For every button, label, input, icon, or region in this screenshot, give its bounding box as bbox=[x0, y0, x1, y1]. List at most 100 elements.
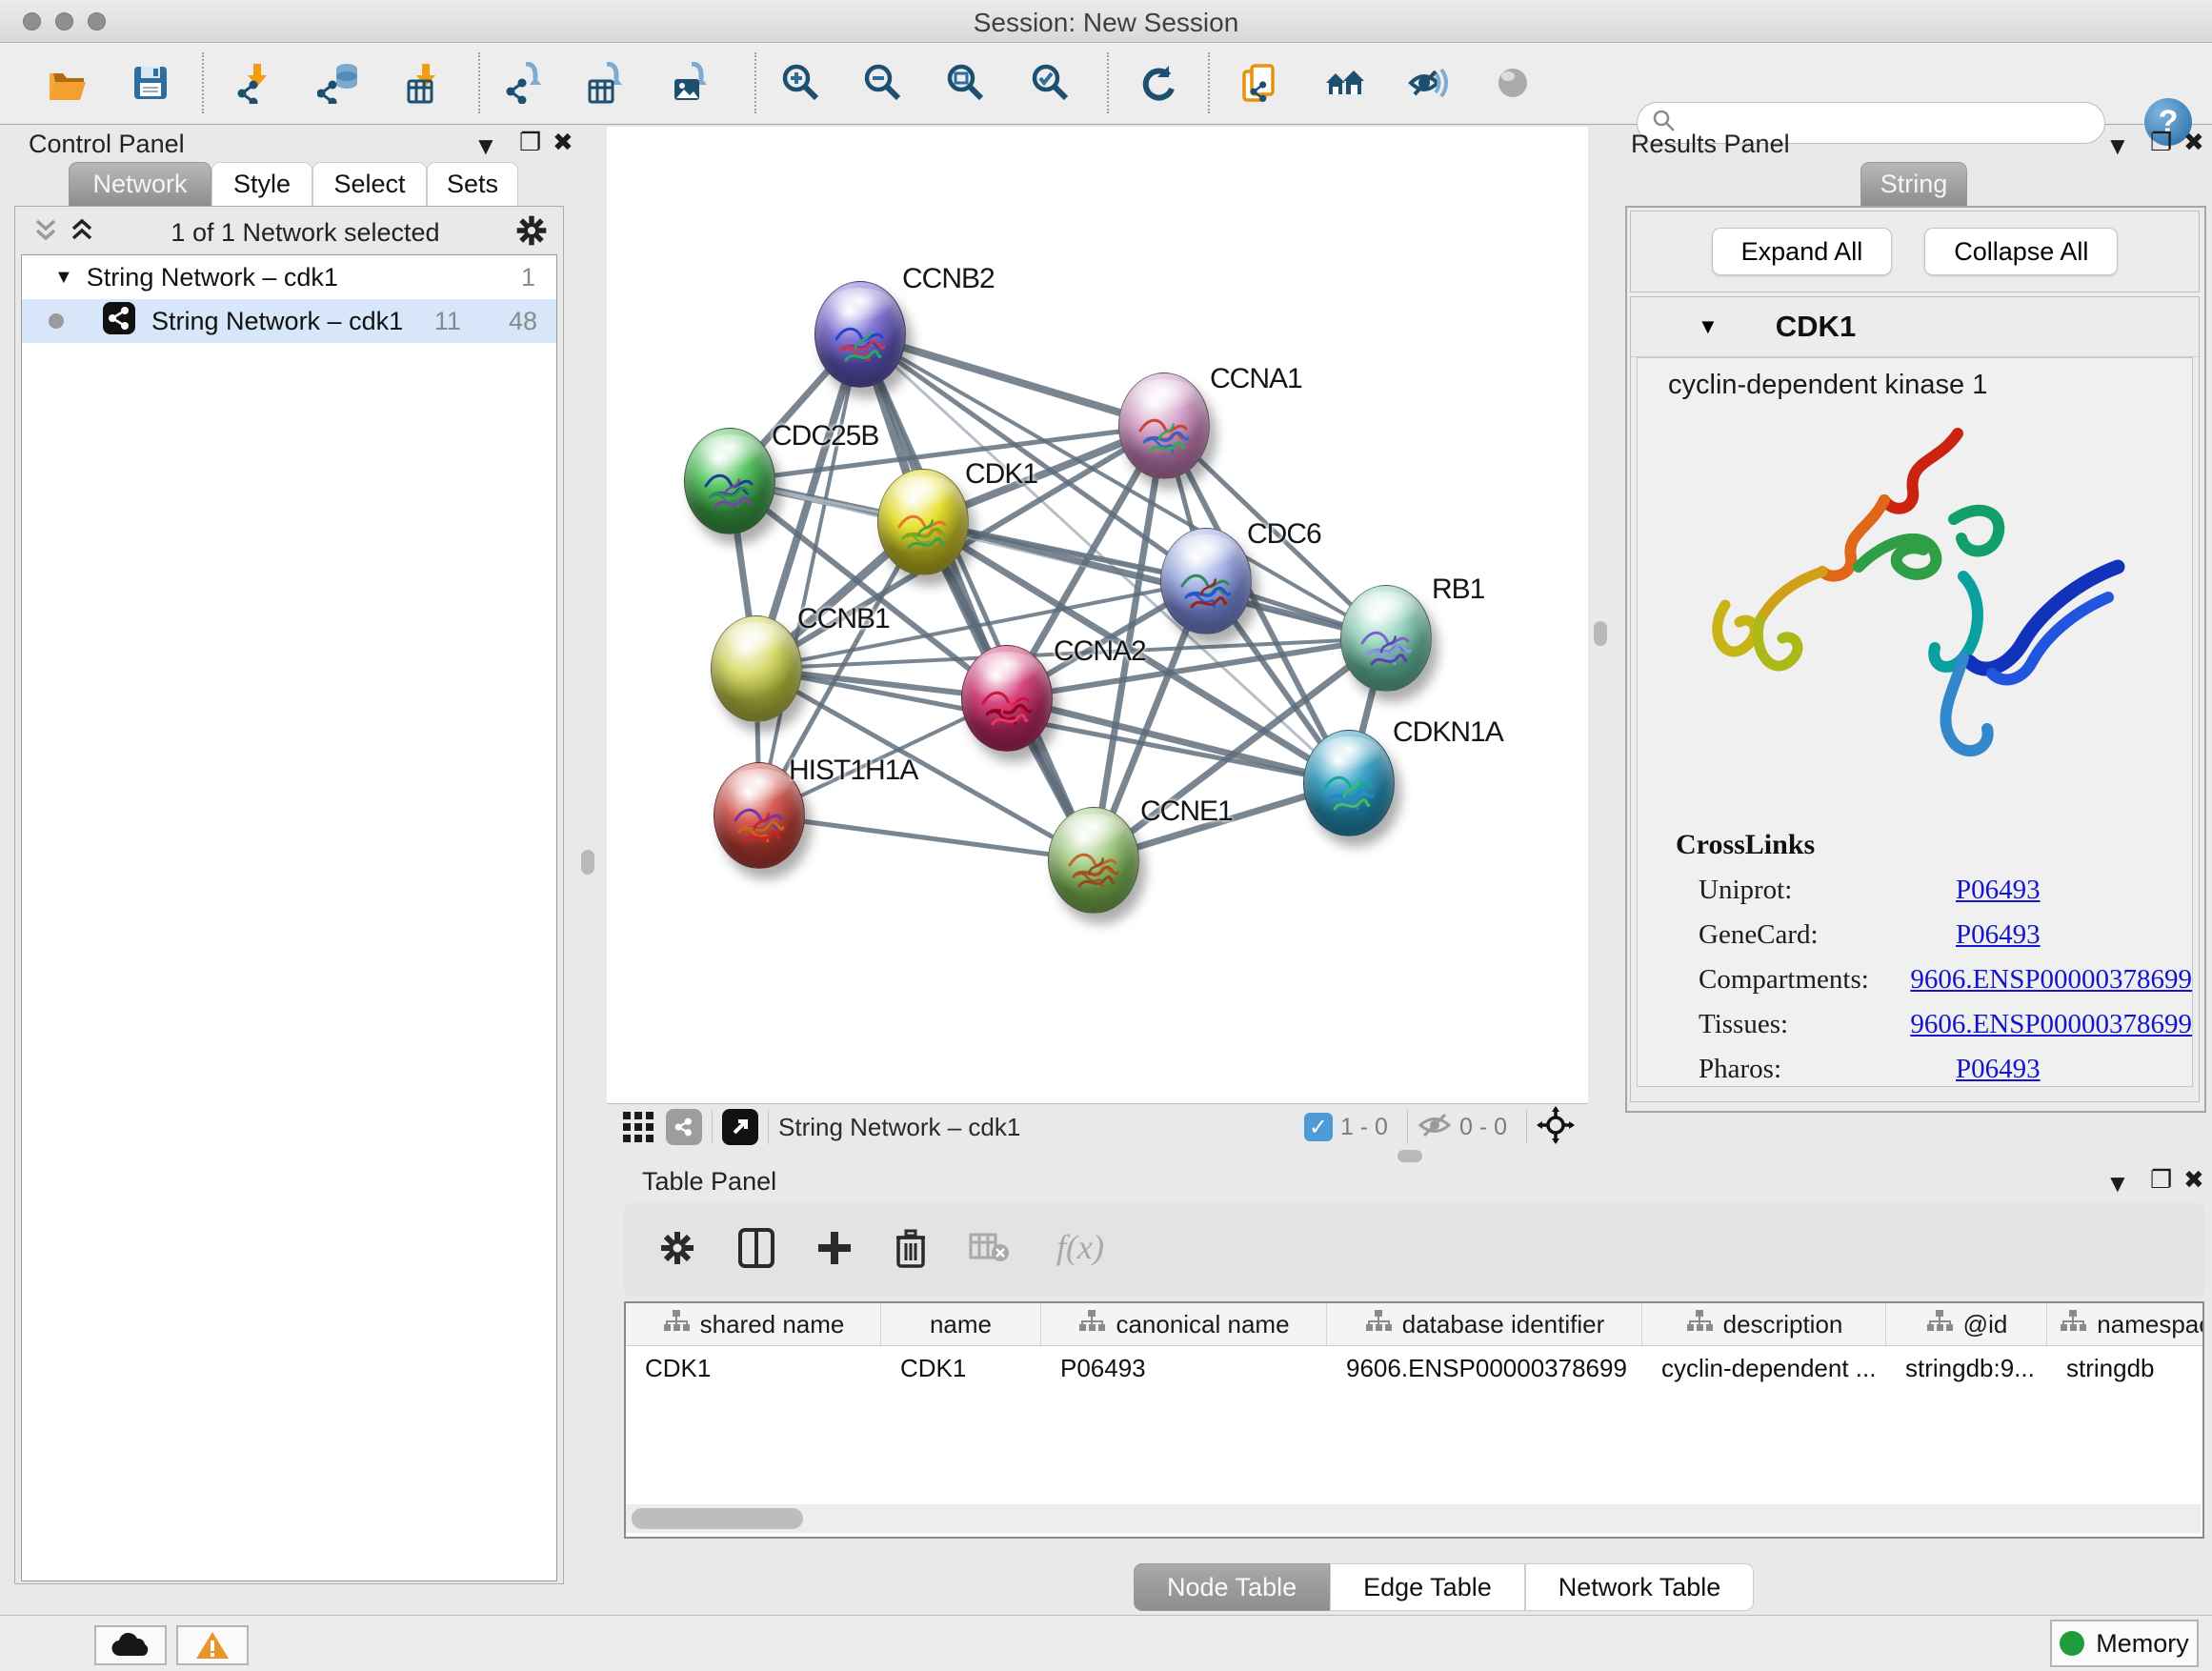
right-splitter-handle[interactable] bbox=[1594, 621, 1607, 646]
scrollbar-thumb[interactable] bbox=[632, 1508, 803, 1529]
control-panel: Control Panel ▼ ❐ ✖ NetworkStyleSelectSe… bbox=[14, 126, 564, 1584]
eye-signal-icon[interactable] bbox=[1403, 58, 1453, 108]
cell-database-identifier[interactable]: 9606.ENSP00000378699 bbox=[1327, 1346, 1642, 1390]
refresh-layout-icon[interactable] bbox=[1131, 58, 1180, 108]
cell-shared-name[interactable]: CDK1 bbox=[626, 1346, 881, 1390]
gear-icon[interactable] bbox=[658, 1229, 696, 1272]
column-header-database-identifier[interactable]: database identifier bbox=[1327, 1303, 1642, 1345]
network-collection-label: String Network – cdk1 bbox=[87, 263, 521, 292]
node-CDKN1A[interactable] bbox=[1303, 730, 1395, 836]
zoom-selected-icon[interactable] bbox=[1026, 58, 1076, 108]
tab-select[interactable]: Select bbox=[312, 162, 427, 206]
collapse-all-chevron-icon[interactable] bbox=[68, 215, 96, 251]
crosslink-link[interactable]: 9606.ENSP00000378699 bbox=[1910, 1009, 2192, 1040]
import-table-file-icon[interactable] bbox=[401, 58, 451, 108]
gear-icon[interactable] bbox=[514, 213, 549, 252]
results-panel-float-icon[interactable]: ❐ bbox=[2150, 128, 2172, 157]
crosslink-link[interactable]: 9606.ENSP00000378699 bbox=[1910, 964, 2192, 996]
network-tree-root-row[interactable]: ▼ String Network – cdk1 1 bbox=[22, 255, 556, 299]
network-label: String Network – cdk1 bbox=[151, 307, 434, 336]
export-image-icon[interactable] bbox=[667, 58, 716, 108]
tab-string[interactable]: String bbox=[1860, 162, 1967, 206]
column-header-name[interactable]: name bbox=[881, 1303, 1041, 1345]
node-CCNA2[interactable] bbox=[961, 645, 1053, 752]
zoom-fit-icon[interactable] bbox=[941, 58, 991, 108]
node-CCNB2[interactable] bbox=[814, 281, 906, 388]
gene-section-header[interactable]: ▼ CDK1 bbox=[1631, 297, 2199, 357]
crosslink-link[interactable]: P06493 bbox=[1956, 875, 2041, 906]
fit-content-crosshair-icon[interactable] bbox=[1537, 1106, 1575, 1149]
tab-node-table[interactable]: Node Table bbox=[1134, 1563, 1330, 1611]
hidden-eye-icon[interactable] bbox=[1418, 1111, 1452, 1144]
network-tree-child-row[interactable]: String Network – cdk1 11 48 bbox=[22, 299, 556, 343]
tab-edge-table[interactable]: Edge Table bbox=[1330, 1563, 1525, 1611]
open-session-icon[interactable] bbox=[42, 58, 91, 108]
node-RB1[interactable] bbox=[1340, 585, 1432, 692]
import-network-file-icon[interactable] bbox=[232, 58, 282, 108]
zoom-out-icon[interactable] bbox=[858, 58, 908, 108]
selected-checkbox-icon[interactable]: ✓ bbox=[1304, 1113, 1333, 1141]
trash-icon[interactable] bbox=[895, 1228, 927, 1273]
table-panel-close-icon[interactable]: ✖ bbox=[2183, 1165, 2204, 1195]
cell-namespace[interactable]: stringdb bbox=[2047, 1346, 2204, 1390]
documents-network-icon[interactable] bbox=[1235, 58, 1284, 108]
cell--id[interactable]: stringdb:9... bbox=[1886, 1346, 2047, 1390]
memory-button[interactable]: Memory bbox=[2050, 1620, 2199, 1667]
export-network-icon[interactable] bbox=[501, 58, 551, 108]
tab-network-table[interactable]: Network Table bbox=[1525, 1563, 1755, 1611]
gene-section: ▼ CDK1 cyclin-dependent kinase 1 bbox=[1630, 296, 2200, 1102]
column-header-description[interactable]: description bbox=[1642, 1303, 1886, 1345]
tab-sets[interactable]: Sets bbox=[427, 162, 518, 206]
cell-name[interactable]: CDK1 bbox=[881, 1346, 1041, 1390]
add-icon[interactable] bbox=[816, 1228, 853, 1273]
save-session-icon[interactable] bbox=[126, 58, 175, 108]
import-network-database-icon[interactable] bbox=[313, 58, 363, 108]
crosslink-link[interactable]: P06493 bbox=[1956, 919, 2041, 951]
cell-description[interactable]: cyclin-dependent ... bbox=[1642, 1346, 1886, 1390]
tree-expander-icon[interactable]: ▼ bbox=[54, 267, 73, 289]
section-expander-icon[interactable]: ▼ bbox=[1698, 314, 1719, 339]
edge-HIST1H1A-CCNE1[interactable] bbox=[759, 815, 1094, 860]
column-header-namespace[interactable]: namespace bbox=[2047, 1303, 2204, 1345]
control-panel-collapse-icon[interactable]: ▼ bbox=[473, 131, 498, 161]
open-in-window-icon[interactable] bbox=[722, 1109, 758, 1145]
collapse-all-button[interactable]: Collapse All bbox=[1924, 228, 2118, 275]
columns-icon[interactable] bbox=[738, 1228, 774, 1273]
expand-all-chevron-icon[interactable] bbox=[31, 215, 60, 251]
control-panel-close-icon[interactable]: ✖ bbox=[553, 128, 573, 157]
left-splitter-handle[interactable] bbox=[581, 850, 594, 875]
share-network-icon[interactable] bbox=[666, 1109, 702, 1145]
expand-all-button[interactable]: Expand All bbox=[1712, 228, 1893, 275]
zoom-in-icon[interactable] bbox=[776, 58, 826, 108]
node-CCNE1[interactable] bbox=[1048, 807, 1139, 914]
results-panel-collapse-icon[interactable]: ▼ bbox=[2105, 131, 2130, 161]
crosslinks-section: CrossLinks Uniprot:P06493GeneCard:P06493… bbox=[1676, 829, 2192, 1085]
node-CCNA1[interactable] bbox=[1118, 372, 1210, 479]
grid-view-icon[interactable] bbox=[620, 1109, 656, 1145]
node-CDC6[interactable] bbox=[1160, 528, 1252, 634]
network-canvas[interactable]: CCNB2CCNA1CDC25BCDK1CDC6RB1CCNB1CCNA2CDK… bbox=[607, 127, 1588, 1103]
horizontal-scrollbar[interactable] bbox=[626, 1504, 2201, 1533]
shared-column-icon bbox=[662, 1308, 691, 1341]
crosslink-link[interactable]: P06493 bbox=[1956, 1054, 2041, 1085]
tab-network[interactable]: Network bbox=[69, 162, 211, 206]
column-header-canonical-name[interactable]: canonical name bbox=[1041, 1303, 1327, 1345]
node-CDC25B[interactable] bbox=[684, 428, 775, 534]
node-CDK1[interactable] bbox=[877, 469, 969, 575]
level-of-detail-icon[interactable] bbox=[1488, 58, 1538, 108]
column-header--id[interactable]: @id bbox=[1886, 1303, 2047, 1345]
houses-icon[interactable] bbox=[1320, 58, 1370, 108]
cloud-button[interactable] bbox=[94, 1625, 167, 1665]
node-CCNB1[interactable] bbox=[711, 615, 802, 722]
warning-button[interactable] bbox=[176, 1625, 249, 1665]
table-panel-collapse-icon[interactable]: ▼ bbox=[2105, 1169, 2130, 1198]
network-status-title: String Network – cdk1 bbox=[778, 1113, 1020, 1142]
table-row[interactable]: CDK1CDK1P064939606.ENSP00000378699cyclin… bbox=[626, 1346, 2202, 1390]
tab-style[interactable]: Style bbox=[211, 162, 312, 206]
export-table-icon[interactable] bbox=[582, 58, 632, 108]
control-panel-float-icon[interactable]: ❐ bbox=[519, 128, 541, 157]
results-panel-close-icon[interactable]: ✖ bbox=[2183, 128, 2204, 157]
cell-canonical-name[interactable]: P06493 bbox=[1041, 1346, 1327, 1390]
table-panel-float-icon[interactable]: ❐ bbox=[2150, 1165, 2172, 1195]
column-header-shared-name[interactable]: shared name bbox=[626, 1303, 881, 1345]
